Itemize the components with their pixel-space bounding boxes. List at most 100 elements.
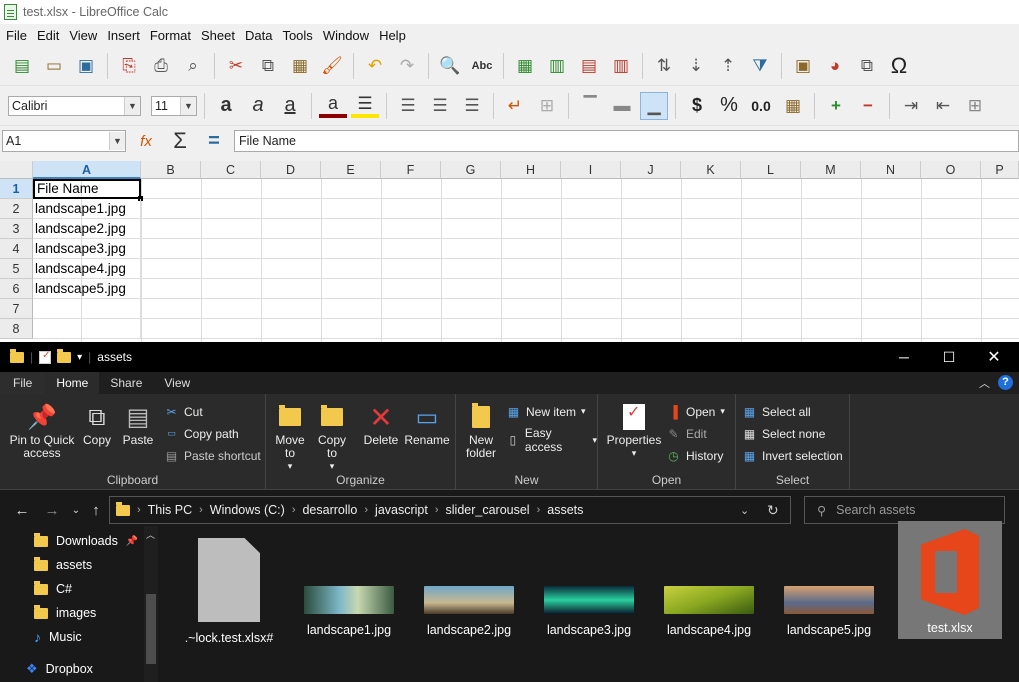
highlight-color-icon[interactable]: ☰ — [351, 94, 379, 118]
row-header-7[interactable]: 7 — [0, 299, 33, 319]
tab-home[interactable]: Home — [45, 372, 100, 394]
menu-view[interactable]: View — [63, 28, 101, 43]
menu-file[interactable]: File — [0, 28, 31, 43]
scrollbar[interactable]: ︿ — [144, 526, 158, 682]
chevron-right-icon[interactable]: › — [292, 504, 296, 516]
chevron-right-icon[interactable]: › — [137, 504, 141, 516]
file-item[interactable]: landscape3.jpg — [537, 538, 641, 637]
nav-item-dropbox[interactable]: ❖ Dropbox — [26, 659, 93, 679]
column-header-d[interactable]: D — [261, 161, 321, 179]
cell-a5[interactable]: landscape4.jpg — [33, 259, 141, 279]
pivot-table-icon[interactable]: ⧉ — [853, 52, 881, 80]
cell-a6[interactable]: landscape5.jpg — [33, 279, 141, 299]
file-item-selected[interactable]: test.xlsx — [898, 521, 1002, 639]
chevron-right-icon[interactable]: › — [537, 504, 541, 516]
chevron-right-icon[interactable]: › — [364, 504, 368, 516]
row-header-1[interactable]: 1 — [0, 179, 33, 199]
tab-share[interactable]: Share — [99, 372, 153, 394]
pin-quick-access-button[interactable]: 📌 Pin to Quick access — [6, 400, 78, 460]
delete-decimal-icon[interactable]: − — [854, 92, 882, 120]
print-preview-icon[interactable]: ⌕ — [179, 52, 207, 80]
menu-window[interactable]: Window — [317, 28, 373, 43]
column-header-h[interactable]: H — [501, 161, 561, 179]
function-wizard-icon[interactable]: fx — [132, 127, 160, 155]
collapse-ribbon-icon[interactable]: ︿ — [979, 375, 990, 391]
menu-data[interactable]: Data — [239, 28, 276, 43]
column-header-m[interactable]: M — [801, 161, 861, 179]
properties-quick-icon[interactable]: ✓ — [39, 350, 52, 364]
undo-icon[interactable]: ↶ — [361, 52, 389, 80]
merge-cells-icon[interactable]: ⊞ — [533, 92, 561, 120]
add-decimal-icon[interactable]: + — [822, 92, 850, 120]
row-header-4[interactable]: 4 — [0, 239, 33, 259]
breadcrumb-windows-c[interactable]: Windows (C:) — [210, 503, 285, 517]
copy-button[interactable]: ⧉ Copy — [80, 400, 114, 447]
export-pdf-icon[interactable]: ⎘ — [115, 52, 143, 80]
align-center-icon[interactable]: ☰ — [426, 92, 454, 120]
open-button[interactable]: ▐ Open ▾ — [666, 404, 725, 419]
column-header-b[interactable]: B — [141, 161, 201, 179]
breadcrumb-this-pc[interactable]: This PC — [148, 503, 192, 517]
recent-locations-icon[interactable]: ⌄ — [66, 500, 86, 520]
up-button[interactable]: ↑ — [86, 500, 106, 520]
print-icon[interactable]: ⎙ — [147, 52, 175, 80]
percent-icon[interactable]: % — [715, 92, 743, 120]
number-format-icon[interactable]: 0.0 — [747, 92, 775, 120]
nav-item-downloads[interactable]: Downloads 📌 — [34, 531, 138, 551]
maximize-button[interactable]: ☐ — [926, 342, 972, 372]
insert-image-icon[interactable]: ▣ — [789, 52, 817, 80]
edit-button[interactable]: ✎ Edit — [666, 426, 706, 441]
clone-formatting-icon[interactable]: 🖌 — [318, 52, 346, 80]
row-header-5[interactable]: 5 — [0, 259, 33, 279]
properties-button[interactable]: ✓ Properties ▾ — [606, 400, 662, 460]
select-none-button[interactable]: ▦ Select none — [742, 426, 826, 441]
nav-item-music[interactable]: ♪ Music — [34, 627, 82, 647]
paste-icon[interactable]: ▦ — [286, 52, 314, 80]
nav-item-images[interactable]: images — [34, 603, 96, 623]
copy-path-button[interactable]: ▭ Copy path — [164, 426, 238, 441]
align-bottom-icon[interactable]: ▁ — [640, 91, 668, 120]
font-name-box[interactable]: Calibri ▼ — [8, 95, 141, 116]
invert-selection-button[interactable]: ▦ Invert selection — [742, 448, 843, 463]
save-icon[interactable]: ▣ — [72, 52, 100, 80]
column-header-j[interactable]: J — [621, 161, 681, 179]
font-color-icon[interactable]: a — [319, 93, 347, 118]
sort-descending-icon[interactable]: ⇡ — [714, 52, 742, 80]
new-folder-button[interactable]: New folder — [462, 400, 500, 460]
customize-quick-access-icon[interactable]: ▾ — [77, 352, 82, 363]
cell-a8[interactable] — [33, 319, 141, 339]
sum-icon[interactable]: Σ — [166, 127, 194, 155]
breadcrumb-javascript[interactable]: javascript — [375, 503, 428, 517]
borders-icon[interactable]: ⊞ — [961, 92, 989, 120]
menu-edit[interactable]: Edit — [31, 28, 63, 43]
copy-icon[interactable]: ⧉ — [254, 52, 282, 80]
bold-icon[interactable]: a — [212, 92, 240, 120]
column-header-p[interactable]: P — [981, 161, 1019, 179]
cell-a4[interactable]: landscape3.jpg — [33, 239, 141, 259]
history-button[interactable]: ◷ History — [666, 448, 723, 463]
file-item[interactable]: .~lock.test.xlsx# — [177, 538, 281, 645]
address-dropdown-icon[interactable]: ⌄ — [740, 504, 749, 517]
file-item[interactable]: landscape1.jpg — [297, 538, 401, 637]
menu-format[interactable]: Format — [144, 28, 195, 43]
column-header-c[interactable]: C — [201, 161, 261, 179]
column-header-f[interactable]: F — [381, 161, 441, 179]
font-size-box[interactable]: 11 ▼ — [151, 95, 197, 116]
currency-icon[interactable]: $ — [683, 92, 711, 120]
tab-view[interactable]: View — [153, 372, 201, 394]
special-character-icon[interactable]: Ω — [885, 52, 913, 80]
search-placeholder[interactable]: Search assets — [836, 503, 915, 517]
find-replace-icon[interactable]: 🔍 — [436, 52, 464, 80]
column-header-g[interactable]: G — [441, 161, 501, 179]
column-header-e[interactable]: E — [321, 161, 381, 179]
copy-to-button[interactable]: Copy to ▾ — [314, 400, 350, 473]
column-header-o[interactable]: O — [921, 161, 981, 179]
breadcrumb-assets[interactable]: assets — [547, 503, 583, 517]
menu-sheet[interactable]: Sheet — [195, 28, 239, 43]
nav-item-csharp[interactable]: C# — [34, 579, 72, 599]
cell-a1[interactable]: File Name — [33, 179, 141, 199]
column-header-a[interactable]: A — [33, 161, 141, 179]
select-all-button[interactable]: ▦ Select all — [742, 404, 811, 419]
file-item[interactable]: landscape2.jpg — [417, 538, 521, 637]
column-header-l[interactable]: L — [741, 161, 801, 179]
